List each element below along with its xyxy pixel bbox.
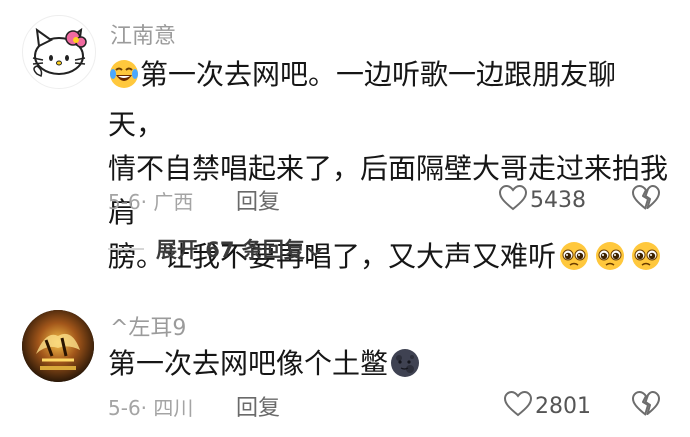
pleading-face-emoji-icon [628,240,664,285]
comment-list: 江南意 第一次去网吧。一边听歌一边跟朋友聊天， 情不自禁唱起来了，后面隔壁大哥走… [0,0,690,437]
heart-icon [498,184,528,216]
like-count: 5438 [530,187,586,213]
comment-meta: 5-6· 四川 回复 2801 [108,388,670,424]
pleading-face-emoji-icon [556,240,592,285]
reply-button[interactable]: 回复 [236,184,280,216]
heart-icon [503,390,533,422]
like-button[interactable]: 5438 [498,184,586,216]
comment-item: 江南意 第一次去网吧。一边听歌一边跟朋友聊天， 情不自禁唱起来了，后面隔壁大哥走… [0,0,690,290]
avatar[interactable] [22,310,94,382]
like-count: 2801 [535,393,591,419]
hello-kitty-avatar-icon [32,27,87,78]
chevron-down-icon [307,239,323,263]
pleading-face-emoji-icon [592,240,628,285]
date-location: 5-6· 广西 [108,190,194,214]
comment-text-line: 第一次去网吧。一边听歌一边跟朋友聊天， [108,58,617,141]
expand-replies-label[interactable]: 展开 67 条回复 [156,234,323,264]
rofl-emoji-icon [108,58,140,103]
username[interactable]: 江南意 [110,18,176,50]
new-moon-face-emoji-icon [388,347,422,392]
like-button[interactable]: 2801 [503,390,591,422]
date-location: 5-6· 四川 [108,396,194,420]
divider [108,248,144,250]
reply-button[interactable]: 回复 [236,390,280,422]
comment-text: 第一次去网吧像个土鳖 [108,342,668,392]
game-logo-avatar-icon [22,310,94,382]
comment-item: ^左耳9 第一次去网吧像个土鳖 5-6· 四川 回复 2801 [0,300,690,437]
broken-heart-icon[interactable] [631,184,661,216]
broken-heart-icon[interactable] [631,390,661,422]
username[interactable]: ^左耳9 [110,310,186,342]
avatar[interactable] [22,15,96,89]
comment-meta: 5-6· 广西 回复 5438 [108,182,670,218]
